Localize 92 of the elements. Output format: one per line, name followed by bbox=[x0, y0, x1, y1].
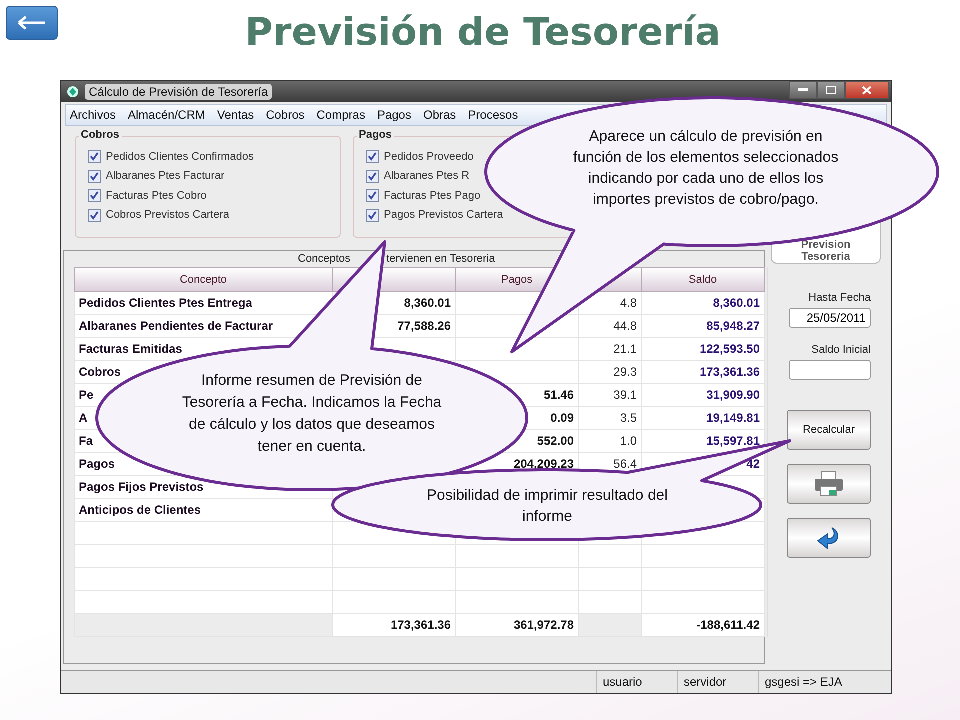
percent-value: 4.8 bbox=[620, 296, 637, 310]
checkbox-label: Pagos Previstos Cartera bbox=[384, 209, 504, 222]
concept-label: Fa bbox=[79, 434, 94, 448]
left-arrow-icon bbox=[17, 16, 47, 30]
column-header[interactable]: Concepto bbox=[180, 274, 228, 286]
concept-label: Albaranes Pendientes de Facturar bbox=[79, 319, 274, 333]
return-button[interactable] bbox=[787, 518, 871, 558]
concept-label: Pe bbox=[79, 388, 94, 402]
checkbox-label: Pedidos Clientes Confirmados bbox=[106, 150, 254, 163]
balance-value: 15,597.81 bbox=[706, 434, 760, 448]
window-title: Cálculo de Previsión de Tesorería bbox=[85, 84, 272, 100]
checkbox-label: Albaranes Ptes Facturar bbox=[106, 170, 225, 182]
checkbox-label: Pedidos Proveedo bbox=[384, 150, 474, 163]
amount-value: 77,588.26 bbox=[398, 319, 451, 333]
percent-value: 39.1 bbox=[614, 388, 637, 402]
checkbox-label: Facturas Ptes Pago bbox=[384, 190, 481, 202]
date-label: Hasta Fecha bbox=[808, 292, 871, 304]
minimize-icon bbox=[798, 88, 808, 92]
maximize-icon bbox=[826, 86, 836, 94]
callout-text: Aparece un cálculo de previsión en función de los elementos seleccionados indicando por cada uno de ellos los importes previstos de cobro/pago. bbox=[572, 127, 840, 210]
balance-value: 42 bbox=[746, 457, 760, 471]
concept-label: Pagos Fijos Previstos bbox=[79, 480, 204, 494]
menu-item[interactable]: Compras bbox=[316, 108, 366, 122]
printer-icon bbox=[814, 471, 844, 497]
percent-value: 3.5 bbox=[620, 411, 637, 425]
grid-title: Conceptos bbox=[298, 252, 351, 267]
total-value: 173,361.36 bbox=[390, 618, 451, 632]
minimize-button[interactable] bbox=[789, 81, 817, 99]
concept-label: Pagos bbox=[79, 457, 116, 471]
balance-value: 31,909.90 bbox=[706, 388, 760, 402]
status-text: gsgesi => EJA bbox=[758, 671, 891, 693]
percent-value: 1.0 bbox=[620, 434, 637, 448]
concept-label: Facturas Emitidas bbox=[79, 342, 182, 356]
balance-field[interactable] bbox=[789, 360, 871, 380]
balance-value: 85,948.27 bbox=[706, 319, 760, 333]
date-field[interactable]: 25/05/2011 bbox=[789, 308, 871, 328]
checkbox-label: Cobros Previstos Cartera bbox=[106, 209, 230, 222]
callout-text: Posibilidad de imprimir resultado del informe bbox=[426, 486, 669, 527]
balance-value: 8,360.01 bbox=[713, 296, 760, 310]
checkbox[interactable] bbox=[366, 189, 379, 202]
checkbox[interactable] bbox=[88, 170, 101, 183]
concept-label: Anticipos de Clientes bbox=[79, 503, 202, 517]
amount-value: 0.09 bbox=[550, 411, 574, 425]
percent-value: 56.4 bbox=[614, 457, 637, 471]
checkbox[interactable] bbox=[88, 189, 101, 202]
menu-item[interactable]: Cobros bbox=[266, 108, 305, 122]
checkbox[interactable] bbox=[366, 170, 379, 183]
callout-text: Informe resumen de Previsión de Tesorería a Fecha. Indicamos la Fecha de cálculo y los datos que deseamos tener en cuenta. bbox=[181, 371, 443, 457]
percent-value: 21.1 bbox=[614, 342, 637, 356]
balance-label: Saldo Inicial bbox=[812, 344, 871, 356]
amount-value: 204,209.23 bbox=[514, 457, 574, 471]
column-header[interactable]: Saldo bbox=[688, 274, 718, 286]
concept-label: Pedidos Clientes Ptes Entrega bbox=[79, 296, 252, 310]
grid-title: tervienen en Tesoreria bbox=[386, 252, 496, 267]
close-button[interactable] bbox=[845, 81, 889, 99]
balance-value: 122,593.50 bbox=[700, 342, 760, 356]
percent-value: 44.8 bbox=[614, 319, 637, 333]
checkbox[interactable] bbox=[88, 150, 101, 164]
menu-item[interactable]: Obras bbox=[423, 108, 456, 122]
total-value: -188,611.42 bbox=[696, 618, 760, 632]
amount-value: 8,360.01 bbox=[404, 296, 451, 310]
balance-value: 19,149.81 bbox=[706, 411, 760, 425]
logo-caption: Prevision Tesoreria bbox=[800, 239, 852, 263]
menu-item[interactable]: Ventas bbox=[217, 108, 254, 122]
status-text: usuario bbox=[596, 671, 677, 693]
checkbox-label: Albaranes Ptes R bbox=[384, 170, 470, 182]
column-header[interactable]: Pagos bbox=[501, 274, 533, 286]
print-button[interactable] bbox=[787, 464, 871, 504]
checkbox[interactable] bbox=[366, 150, 379, 164]
recalculate-button[interactable]: Recalcular bbox=[787, 410, 871, 450]
menu-item[interactable]: Pagos bbox=[377, 108, 412, 122]
menu-item[interactable]: Almacén/CRM bbox=[128, 108, 206, 122]
total-value: 361,972.78 bbox=[514, 618, 574, 632]
menu-item[interactable]: Procesos bbox=[468, 108, 518, 122]
concept-label: A bbox=[79, 411, 88, 425]
back-button[interactable] bbox=[6, 6, 58, 40]
menu-item[interactable]: Archivos bbox=[70, 108, 116, 122]
slide-title: Previsión de Tesorería bbox=[244, 10, 722, 54]
group-title: Cobros bbox=[79, 129, 122, 141]
checkbox-label: Facturas Ptes Cobro bbox=[106, 190, 207, 202]
checkbox[interactable] bbox=[88, 208, 101, 222]
concept-label: Cobros bbox=[79, 365, 121, 379]
checkbox[interactable] bbox=[366, 208, 379, 222]
maximize-button[interactable] bbox=[817, 81, 845, 99]
amount-value: 51.46 bbox=[544, 388, 574, 402]
status-text: servidor bbox=[677, 671, 758, 693]
app-icon bbox=[67, 86, 79, 98]
percent-value: 29.3 bbox=[614, 365, 637, 379]
balance-value: 173,361.36 bbox=[700, 365, 760, 379]
amount-value: 552.00 bbox=[537, 434, 574, 448]
close-icon bbox=[862, 86, 872, 94]
group-title: Pagos bbox=[357, 129, 394, 141]
